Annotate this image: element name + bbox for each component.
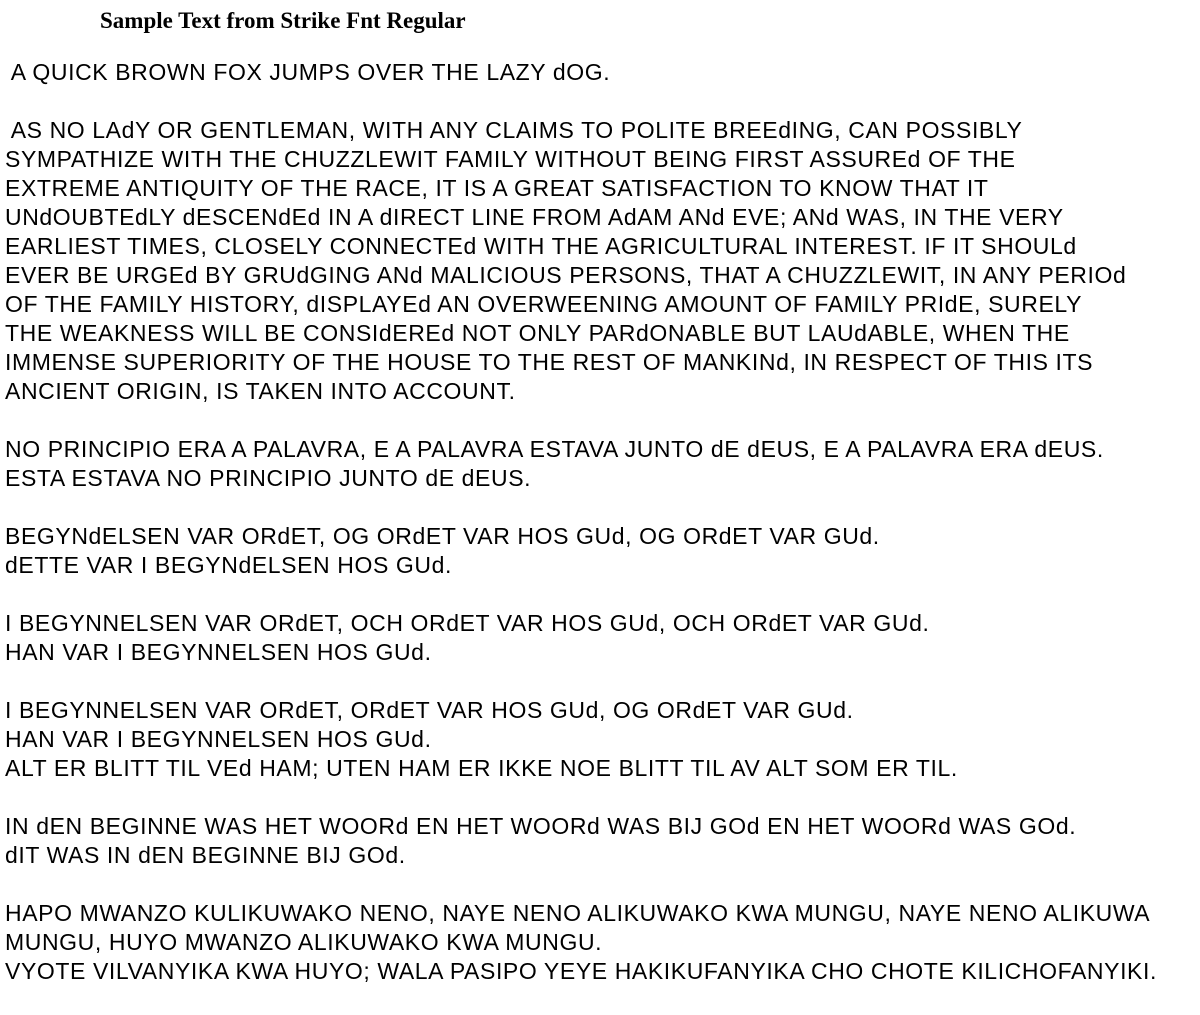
text-line: THE WEAKNESS WILL BE CONSIdEREd NOT ONLY…: [5, 320, 1070, 346]
text-line: HAPO MWANZO KULIKUWAKO NENO, NAYE NENO A…: [5, 900, 1151, 926]
text-line: EARLIEST TIMES, CLOSELY CONNECTEd WITH T…: [5, 233, 1077, 259]
sample-paragraph: I BEGYNNELSEN VAR ORdET, ORdET VAR HOS G…: [5, 696, 1157, 783]
text-line: EXTREME ANTIQUITY OF THE RACE, IT IS A G…: [5, 175, 989, 201]
text-line: dETTE VAR I BEGYNdELSEN HOS GUd.: [5, 552, 452, 578]
text-line: A QUICK BROWN FOX JUMPS OVER THE LAZY dO…: [5, 59, 611, 85]
text-line: IMMENSE SUPERIORITY OF THE HOUSE TO THE …: [5, 349, 1094, 375]
sample-paragraph: HAPO MWANZO KULIKUWAKO NENO, NAYE NENO A…: [5, 899, 1157, 986]
text-line: NO PRINCIPIO ERA A PALAVRA, E A PALAVRA …: [5, 436, 1104, 462]
text-line: I BEGYNNELSEN VAR ORdET, OCH ORdET VAR H…: [5, 610, 930, 636]
text-line: AS NO LAdY OR GENTLEMAN, WITH ANY CLAIMS…: [5, 117, 1023, 143]
text-line: UNdOUBTEdLY dESCENdEd IN A dIRECT LINE F…: [5, 204, 1064, 230]
sample-text-body: A QUICK BROWN FOX JUMPS OVER THE LAZY dO…: [5, 58, 1157, 1015]
text-line: IN dEN BEGINNE WAS HET WOORd EN HET WOOR…: [5, 813, 1077, 839]
sample-paragraph: BEGYNdELSEN VAR ORdET, OG ORdET VAR HOS …: [5, 522, 1157, 580]
page-title: Sample Text from Strike Fnt Regular: [100, 8, 466, 33]
sample-paragraph: IN dEN BEGINNE WAS HET WOORd EN HET WOOR…: [5, 812, 1157, 870]
sample-paragraph: A QUICK BROWN FOX JUMPS OVER THE LAZY dO…: [5, 58, 1157, 87]
text-line: VYOTE VILVANYIKA KWA HUYO; WALA PASIPO Y…: [5, 958, 1157, 984]
text-line: MUNGU, HUYO MWANZO ALIKUWAKO KWA MUNGU.: [5, 929, 603, 955]
sample-paragraph: NO PRINCIPIO ERA A PALAVRA, E A PALAVRA …: [5, 435, 1157, 493]
text-line: BEGYNdELSEN VAR ORdET, OG ORdET VAR HOS …: [5, 523, 880, 549]
sample-paragraph: AS NO LAdY OR GENTLEMAN, WITH ANY CLAIMS…: [5, 116, 1157, 406]
text-line: ALT ER BLITT TIL VEd HAM; UTEN HAM ER IK…: [5, 755, 958, 781]
text-line: HAN VAR I BEGYNNELSEN HOS GUd.: [5, 639, 432, 665]
text-line: EVER BE URGEd BY GRUdGING ANd MALICIOUS …: [5, 262, 1127, 288]
text-line: dIT WAS IN dEN BEGINNE BIJ GOd.: [5, 842, 406, 868]
sample-paragraph: I BEGYNNELSEN VAR ORdET, OCH ORdET VAR H…: [5, 609, 1157, 667]
text-line: OF THE FAMILY HISTORY, dISPLAYEd AN OVER…: [5, 291, 1083, 317]
text-line: ANCIENT ORIGIN, IS TAKEN INTO ACCOUNT.: [5, 378, 516, 404]
text-line: I BEGYNNELSEN VAR ORdET, ORdET VAR HOS G…: [5, 697, 854, 723]
text-line: SYMPATHIZE WITH THE CHUZZLEWIT FAMILY WI…: [5, 146, 1016, 172]
text-line: HAN VAR I BEGYNNELSEN HOS GUd.: [5, 726, 432, 752]
text-line: ESTA ESTAVA NO PRINCIPIO JUNTO dE dEUS.: [5, 465, 532, 491]
